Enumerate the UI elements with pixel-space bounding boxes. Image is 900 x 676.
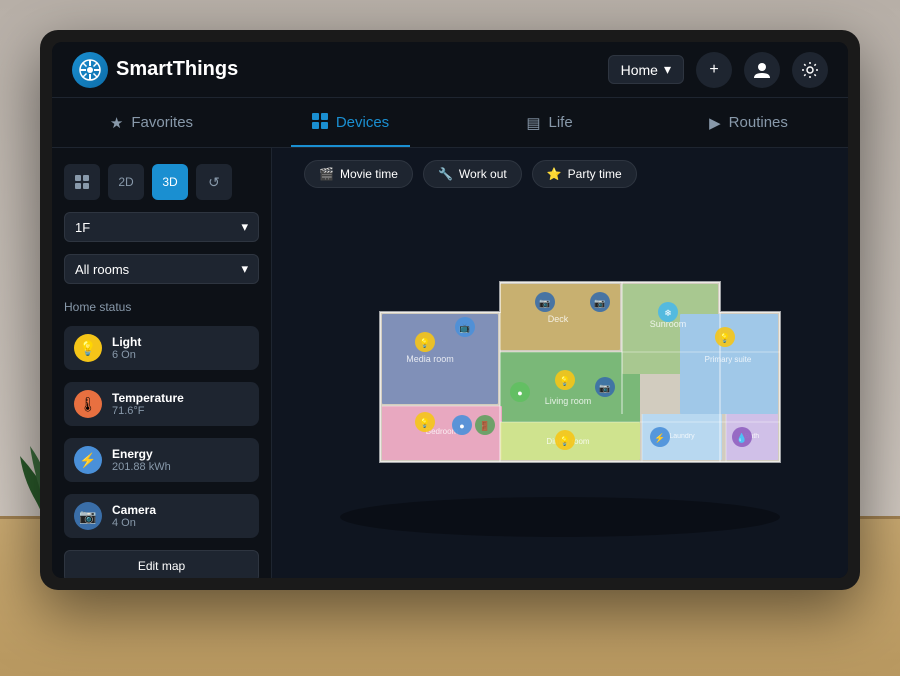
status-item-energy[interactable]: ⚡ Energy 201.88 kWh (64, 438, 259, 482)
life-icon: ▤ (526, 114, 540, 132)
workout-label: Work out (459, 167, 507, 181)
floor-dropdown-icon: ▾ (241, 219, 248, 235)
temperature-value: 71.6°F (112, 405, 184, 417)
svg-text:🚪: 🚪 (479, 420, 490, 431)
svg-text:●: ● (459, 421, 464, 431)
favorites-icon: ★ (110, 114, 123, 132)
floor-plan: Media room Living room Deck Sunroom Prim… (300, 222, 820, 542)
party-label: Party time (568, 167, 622, 181)
home-selector[interactable]: Home ▾ (608, 55, 684, 84)
svg-text:📷: 📷 (594, 298, 605, 308)
floor-label: 1F (75, 220, 90, 235)
history-view-button[interactable]: ↺ (196, 164, 232, 200)
movie-icon: 🎬 (319, 167, 334, 181)
camera-name: Camera (112, 503, 156, 517)
energy-value: 201.88 kWh (112, 461, 171, 473)
svg-text:💡: 💡 (419, 337, 430, 348)
tv-screen: SmartThings Home ▾ + (52, 42, 848, 578)
movie-time-button[interactable]: 🎬 Movie time (304, 160, 413, 188)
tab-routines[interactable]: ▶ Routines (649, 98, 848, 147)
routines-label: Routines (729, 114, 788, 131)
view-controls: 2D 3D ↺ (64, 164, 259, 200)
scene-buttons: 🎬 Movie time 🔧 Work out ⭐ Party time (304, 160, 637, 188)
temperature-name: Temperature (112, 391, 184, 405)
camera-value: 4 On (112, 517, 156, 529)
status-item-camera[interactable]: 📷 Camera 4 On (64, 494, 259, 538)
nav-tabs: ★ Favorites Devices ▤ Life (52, 98, 848, 148)
energy-info: Energy 201.88 kWh (112, 447, 171, 473)
home-label: Home (621, 62, 658, 78)
main-content: 2D 3D ↺ 1F ▾ All rooms ▾ (52, 148, 848, 578)
svg-text:⚡: ⚡ (654, 432, 665, 444)
2d-view-button[interactable]: 2D (108, 164, 144, 200)
life-label: Life (549, 114, 573, 131)
status-item-temperature[interactable]: 🌡 Temperature 71.6°F (64, 382, 259, 426)
svg-text:📷: 📷 (539, 298, 550, 308)
header-right: Home ▾ + (608, 52, 828, 88)
3d-label: 3D (162, 175, 177, 189)
party-icon: ⭐ (547, 167, 562, 181)
svg-text:●: ● (517, 388, 522, 398)
home-status-label: Home status (64, 300, 259, 314)
light-icon: 💡 (74, 334, 102, 362)
app-name: SmartThings (116, 58, 238, 81)
svg-text:📺: 📺 (459, 323, 470, 333)
app-logo-icon (72, 52, 108, 88)
svg-text:💡: 💡 (419, 417, 430, 428)
light-info: Light 6 On (112, 335, 141, 361)
room-selector[interactable]: All rooms ▾ (64, 254, 259, 284)
svg-text:Living room: Living room (545, 396, 592, 406)
tab-life[interactable]: ▤ Life (450, 98, 649, 147)
devices-label: Devices (336, 114, 389, 131)
svg-text:❄: ❄ (664, 308, 672, 318)
svg-text:📷: 📷 (599, 383, 610, 393)
svg-text:💡: 💡 (719, 332, 730, 343)
floor-plan-container: Media room Living room Deck Sunroom Prim… (284, 198, 836, 566)
tv-frame: SmartThings Home ▾ + (40, 30, 860, 590)
tab-favorites[interactable]: ★ Favorites (52, 98, 251, 147)
camera-info: Camera 4 On (112, 503, 156, 529)
add-button[interactable]: + (696, 52, 732, 88)
profile-button[interactable] (744, 52, 780, 88)
workout-icon: 🔧 (438, 167, 453, 181)
party-time-button[interactable]: ⭐ Party time (532, 160, 637, 188)
svg-text:💡: 💡 (559, 375, 570, 386)
logo-area: SmartThings (72, 52, 608, 88)
svg-text:Media room: Media room (406, 354, 454, 364)
svg-text:💧: 💧 (736, 432, 747, 443)
2d-label: 2D (118, 175, 133, 189)
svg-text:💡: 💡 (559, 435, 570, 446)
home-dropdown-icon: ▾ (664, 61, 671, 78)
room-dropdown-icon: ▾ (241, 261, 248, 277)
status-item-light[interactable]: 💡 Light 6 On (64, 326, 259, 370)
floor-plan-svg: Media room Living room Deck Sunroom Prim… (300, 222, 820, 542)
workout-button[interactable]: 🔧 Work out (423, 160, 522, 188)
devices-icon (312, 113, 328, 133)
edit-map-button[interactable]: Edit map (64, 550, 259, 578)
temperature-info: Temperature 71.6°F (112, 391, 184, 417)
3d-view-button[interactable]: 3D (152, 164, 188, 200)
svg-text:Primary suite: Primary suite (705, 355, 752, 364)
movie-label: Movie time (340, 167, 398, 181)
grid-view-button[interactable] (64, 164, 100, 200)
favorites-label: Favorites (131, 114, 193, 131)
settings-button[interactable] (792, 52, 828, 88)
routines-icon: ▶ (709, 114, 721, 132)
tab-devices[interactable]: Devices (251, 98, 450, 147)
room-label: All rooms (75, 262, 129, 277)
light-value: 6 On (112, 349, 141, 361)
map-area: 🎬 Movie time 🔧 Work out ⭐ Party time (272, 148, 848, 578)
temperature-icon: 🌡 (74, 390, 102, 418)
floor-selector[interactable]: 1F ▾ (64, 212, 259, 242)
sidebar: 2D 3D ↺ 1F ▾ All rooms ▾ (52, 148, 272, 578)
energy-icon: ⚡ (74, 446, 102, 474)
svg-text:Deck: Deck (548, 314, 569, 324)
energy-name: Energy (112, 447, 171, 461)
camera-icon: 📷 (74, 502, 102, 530)
svg-text:Laundry: Laundry (669, 433, 695, 440)
light-name: Light (112, 335, 141, 349)
app-header: SmartThings Home ▾ + (52, 42, 848, 98)
